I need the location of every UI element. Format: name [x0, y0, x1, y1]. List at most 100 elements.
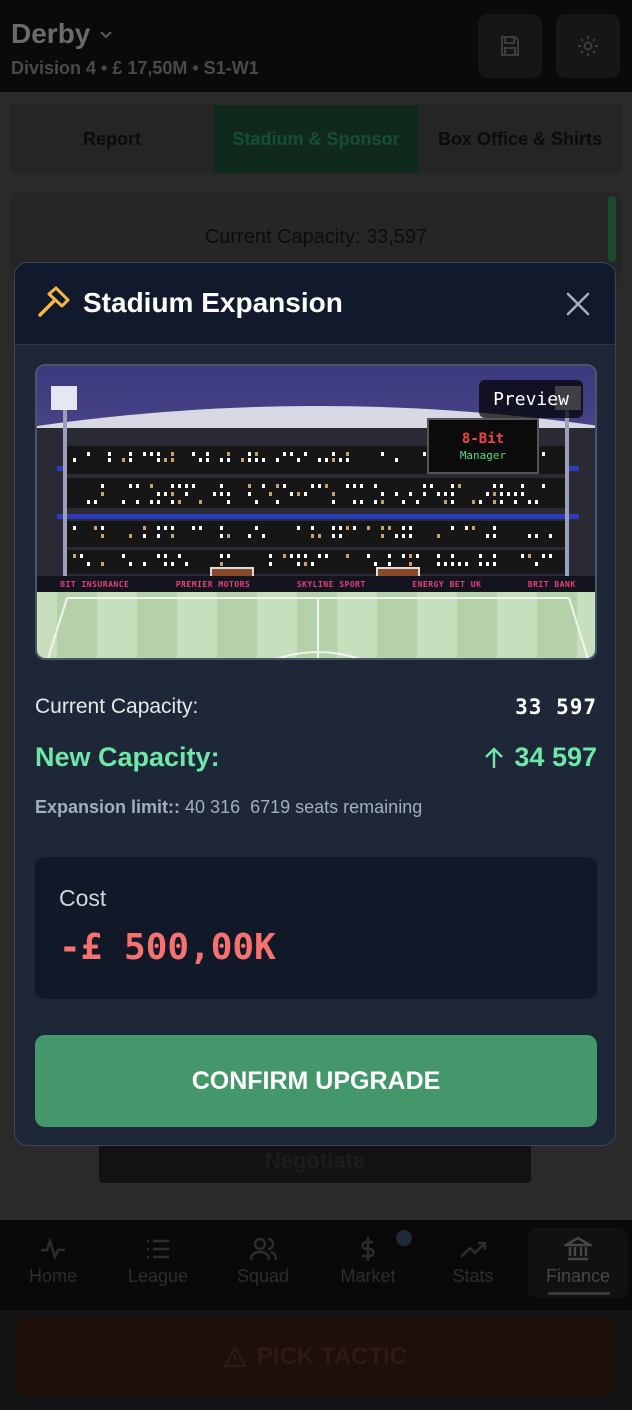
crowd-pixel: [388, 526, 391, 530]
tab-stadium-sponsor[interactable]: Stadium & Sponsor: [214, 105, 418, 173]
crowd-pixel: [528, 554, 531, 558]
crowd-pixel: [171, 492, 174, 496]
tab-box-office-shirts[interactable]: Box Office & Shirts: [418, 105, 622, 173]
crowd-pixel: [402, 500, 405, 504]
crowd-pixel: [542, 452, 545, 456]
pick-tactic-button[interactable]: PICK TACTIC: [16, 1318, 614, 1396]
crowd-pixel: [353, 500, 356, 504]
crowd-pixel: [227, 554, 230, 558]
crowd-pixel: [262, 458, 265, 462]
crowd-pixel: [304, 562, 307, 566]
crowd-pixel: [283, 554, 286, 558]
crowd-pixel: [150, 452, 153, 456]
crowd-pixel: [276, 500, 279, 504]
crowd-pixel: [465, 562, 468, 566]
crowd-pixel: [549, 534, 552, 538]
crowd-pixel: [381, 534, 384, 538]
crowd-pixel: [171, 562, 174, 566]
club-name[interactable]: Derby: [11, 18, 90, 50]
dollar-icon: [361, 1237, 375, 1261]
save-icon: [501, 36, 519, 56]
nav-label: Finance: [545, 1266, 611, 1286]
crowd-pixel: [528, 500, 531, 504]
close-icon[interactable]: [563, 289, 593, 319]
hammer-icon: [38, 286, 70, 317]
tab-report[interactable]: Report: [10, 105, 214, 173]
crowd-pixel: [227, 452, 230, 456]
scrollbar[interactable]: [608, 196, 616, 262]
gear-icon: [578, 36, 598, 56]
crowd-pixel: [423, 484, 426, 488]
crowd-pixel: [262, 534, 265, 538]
crowd-pixel: [514, 500, 517, 504]
nav-stats[interactable]: Stats: [423, 1228, 523, 1298]
crowd-pixel: [129, 534, 132, 538]
crowd-pixel: [255, 500, 258, 504]
current-capacity-label: Current Capacity:: [35, 695, 199, 718]
crowd-pixel: [164, 492, 167, 496]
crowd-pixel: [143, 526, 146, 530]
crowd-pixel: [395, 534, 398, 538]
save-button[interactable]: [478, 14, 542, 78]
crowd-pixel: [276, 458, 279, 462]
crowd-pixel: [192, 526, 195, 530]
crowd-pixel: [535, 534, 538, 538]
crowd-pixel: [297, 526, 300, 530]
crowd-pixel: [129, 562, 132, 566]
crowd-pixel: [451, 492, 454, 496]
crowd-pixel: [129, 484, 132, 488]
pick-tactic-label: PICK TACTIC: [256, 1343, 408, 1370]
crowd-pixel: [122, 458, 125, 462]
seats-remaining: 6719 seats remaining: [250, 797, 423, 817]
nav-finance[interactable]: Finance: [528, 1228, 628, 1298]
crowd-pixel: [73, 526, 76, 530]
warning-icon: [223, 1346, 247, 1368]
nav-home[interactable]: Home: [3, 1228, 103, 1298]
modal-header: Stadium Expansion: [15, 263, 615, 345]
crowd-pixel: [381, 452, 384, 456]
nav-label: Home: [28, 1266, 77, 1286]
ad-board-text: BRIT BANK: [527, 579, 576, 589]
preview-badge: Preview: [479, 380, 583, 418]
crowd-pixel: [129, 458, 132, 462]
chevron-down-icon[interactable]: [98, 26, 114, 42]
settings-button[interactable]: [556, 14, 620, 78]
crowd-pixel: [269, 492, 272, 496]
crowd-pixel: [346, 484, 349, 488]
crowd-pixel: [381, 492, 384, 496]
crowd-pixel: [444, 562, 447, 566]
bank-icon: [564, 1236, 592, 1261]
confirm-upgrade-button[interactable]: CONFIRM UPGRADE: [35, 1035, 597, 1127]
background-capacity-text: Current Capacity: 33,597: [204, 226, 428, 248]
crowd-pixel: [409, 534, 412, 538]
crowd-pixel: [290, 554, 293, 558]
crowd-pixel: [451, 484, 454, 488]
crowd-pixel: [108, 452, 111, 456]
crowd-pixel: [178, 484, 181, 488]
crowd-pixel: [444, 500, 447, 504]
nav-league[interactable]: League: [108, 1228, 208, 1298]
nav-active-indicator: [548, 1292, 610, 1295]
crowd-pixel: [157, 534, 160, 538]
crowd-pixel: [346, 458, 349, 462]
nav-squad[interactable]: Squad: [213, 1228, 313, 1298]
crowd-pixel: [297, 562, 300, 566]
crowd-pixel: [164, 458, 167, 462]
cost-box: Cost -£ 500,00K: [35, 857, 597, 999]
crowd-pixel: [227, 492, 230, 496]
crowd-pixel: [528, 534, 531, 538]
crowd-pixel: [409, 526, 412, 530]
trending-up-icon: [460, 1241, 487, 1258]
crowd-pixel: [535, 562, 538, 566]
crowd-pixel: [542, 484, 545, 488]
crowd-pixel: [332, 526, 335, 530]
new-capacity-value-wrap: 34 597: [484, 742, 597, 773]
crowd-pixel: [486, 534, 489, 538]
crowd-pixel: [87, 562, 90, 566]
crowd-pixel: [521, 492, 524, 496]
crowd-pixel: [332, 534, 335, 538]
crowd-pixel: [220, 492, 223, 496]
activity-icon: [41, 1237, 65, 1261]
crowd-pixel: [493, 492, 496, 496]
crowd-pixel: [164, 554, 167, 558]
